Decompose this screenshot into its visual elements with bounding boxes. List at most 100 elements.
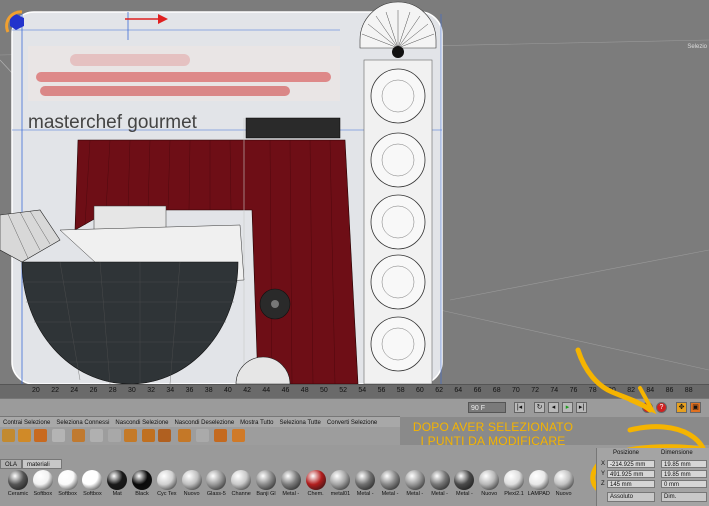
size-mode-select[interactable]: Dim. — [661, 492, 707, 502]
menu-item[interactable]: Seleziona Tutte — [277, 418, 324, 426]
move-icon[interactable]: ✥ — [676, 402, 687, 413]
size-z-field[interactable]: 0 mm — [661, 480, 707, 488]
annotation-line-2: I PUNTI DA MODIFICARE — [420, 434, 566, 448]
timeline-tick: 58 — [396, 387, 405, 394]
frame-field[interactable]: 90 F — [468, 402, 506, 413]
timeline-tick: 72 — [531, 387, 539, 394]
material-label: Cyc Tex — [157, 491, 177, 497]
timeline-tick: 48 — [300, 387, 309, 394]
timeline-tick: 20 — [32, 387, 40, 394]
material-preview-icon — [107, 470, 128, 490]
material-swatch[interactable]: Softbox — [56, 470, 80, 497]
tool-icon[interactable] — [90, 429, 103, 442]
material-swatch[interactable]: LAMPAD — [527, 470, 551, 497]
position-y-field[interactable]: 491.925 mm — [607, 470, 655, 478]
timeline-tick: 26 — [89, 387, 98, 394]
tool-icon[interactable] — [34, 429, 47, 442]
scale-icon[interactable]: ▣ — [690, 402, 701, 413]
tool-icon[interactable] — [18, 429, 31, 442]
timeline-tick: 78 — [588, 387, 597, 394]
material-preview-icon — [528, 470, 549, 490]
material-preview-icon — [32, 470, 53, 490]
position-x-field[interactable]: -214.925 mm — [607, 460, 655, 468]
material-label: Metal - — [406, 491, 424, 497]
tool-icon[interactable] — [196, 429, 209, 442]
timeline-tick: 76 — [569, 387, 578, 394]
material-swatch[interactable]: Metal - — [403, 470, 427, 497]
tab-materiali[interactable]: materiali — [22, 459, 62, 469]
coord-row-x: X -214.925 mm 19.85 mm — [597, 460, 709, 468]
tool-icon[interactable] — [108, 429, 121, 442]
menu-item[interactable]: Nascondi Deselezione — [171, 418, 237, 426]
timeline-tick: 70 — [512, 387, 520, 394]
material-swatch[interactable]: Mat — [105, 470, 129, 497]
position-z-field[interactable]: 145 mm — [607, 480, 655, 488]
material-swatch[interactable]: Ceramic — [6, 470, 30, 497]
material-swatch[interactable]: Metal - — [279, 470, 303, 497]
play-button[interactable]: ▸ — [562, 402, 573, 413]
tab-left[interactable]: OLA — [0, 459, 22, 469]
material-swatch[interactable]: Plexi2.1 — [502, 470, 526, 497]
step-forward-button[interactable]: ▸| — [576, 402, 587, 413]
size-x-field[interactable]: 19.85 mm — [661, 460, 707, 468]
menu-item[interactable]: Converti Selezione — [324, 418, 380, 426]
material-swatch[interactable]: Cyc Tex — [155, 470, 179, 497]
tool-icon[interactable] — [52, 429, 65, 442]
3d-viewport[interactable]: masterchef gourmet Selezio — [0, 0, 709, 384]
record-button[interactable] — [642, 402, 653, 413]
material-preview-icon — [479, 470, 500, 490]
timeline-tick: 62 — [435, 387, 443, 394]
timeline-tick: 22 — [51, 387, 59, 394]
step-back-button[interactable]: ◂ — [548, 402, 559, 413]
material-preview-icon — [454, 470, 475, 490]
material-swatch[interactable]: Metal - — [452, 470, 476, 497]
material-swatch[interactable]: metal01 — [328, 470, 352, 497]
material-label: Banji Gl — [256, 491, 276, 497]
material-swatch[interactable]: Channe — [229, 470, 253, 497]
tool-icon[interactable] — [72, 429, 85, 442]
timeline-tick: 84 — [646, 387, 655, 394]
material-label: Metal - — [356, 491, 374, 497]
help-icon[interactable]: ? — [656, 402, 667, 413]
menu-item[interactable]: Seleziona Connessi — [53, 418, 112, 426]
menu-item[interactable]: Nascondi Selezione — [112, 418, 171, 426]
tool-icon[interactable] — [142, 429, 155, 442]
tool-icon[interactable] — [158, 429, 171, 442]
material-swatch[interactable]: Softbox — [31, 470, 55, 497]
tool-icon[interactable] — [2, 429, 15, 442]
material-swatch[interactable]: Nuovo — [477, 470, 501, 497]
material-swatch[interactable]: Banji Gl — [254, 470, 278, 497]
material-label: Softbox — [58, 491, 77, 497]
material-swatch[interactable]: Metal - — [353, 470, 377, 497]
material-label: Nuovo — [481, 491, 498, 497]
menu-item[interactable]: Contrai Selezione — [0, 418, 53, 426]
material-swatch[interactable]: Black — [130, 470, 154, 497]
material-label: Metal - — [431, 491, 448, 497]
go-start-button[interactable]: |◂ — [514, 402, 525, 413]
timeline-tick: 28 — [108, 387, 117, 394]
tool-icon[interactable] — [178, 429, 191, 442]
material-label: Nuovo — [183, 491, 200, 497]
size-y-field[interactable]: 19.85 mm — [661, 470, 707, 478]
tool-icon[interactable] — [124, 429, 137, 442]
material-swatch[interactable]: Metal - — [428, 470, 452, 497]
viewport-corner-label: Selezio — [687, 44, 707, 50]
tool-icon[interactable] — [232, 429, 245, 442]
timeline-ruler[interactable]: 20 22 24 26 28 30 32 34 36 38 40 42 44 46 48 50 52 54 56 58… — [0, 384, 709, 399]
material-swatch[interactable]: Nuovo — [552, 470, 576, 497]
material-label: Glass-5 — [206, 491, 226, 497]
timeline-tick: 50 — [320, 387, 328, 394]
tool-icon[interactable] — [214, 429, 227, 442]
loop-icon[interactable]: ↻ — [534, 402, 545, 413]
material-preview-icon — [504, 470, 524, 490]
material-swatch[interactable]: Glass-5 — [204, 470, 228, 497]
coord-row-z: Z 145 mm 0 mm — [597, 480, 709, 488]
material-swatch[interactable]: Chem. — [304, 470, 328, 497]
coord-mode-select[interactable]: Assoluto — [607, 492, 655, 502]
timeline-tick: 42 — [243, 387, 251, 394]
menu-item[interactable]: Mostra Tutto — [237, 418, 276, 426]
material-swatch[interactable]: Softbox — [80, 470, 104, 497]
material-swatch[interactable]: Metal - — [378, 470, 402, 497]
material-swatch[interactable]: Nuovo — [180, 470, 204, 497]
material-preview-icon — [553, 470, 574, 490]
